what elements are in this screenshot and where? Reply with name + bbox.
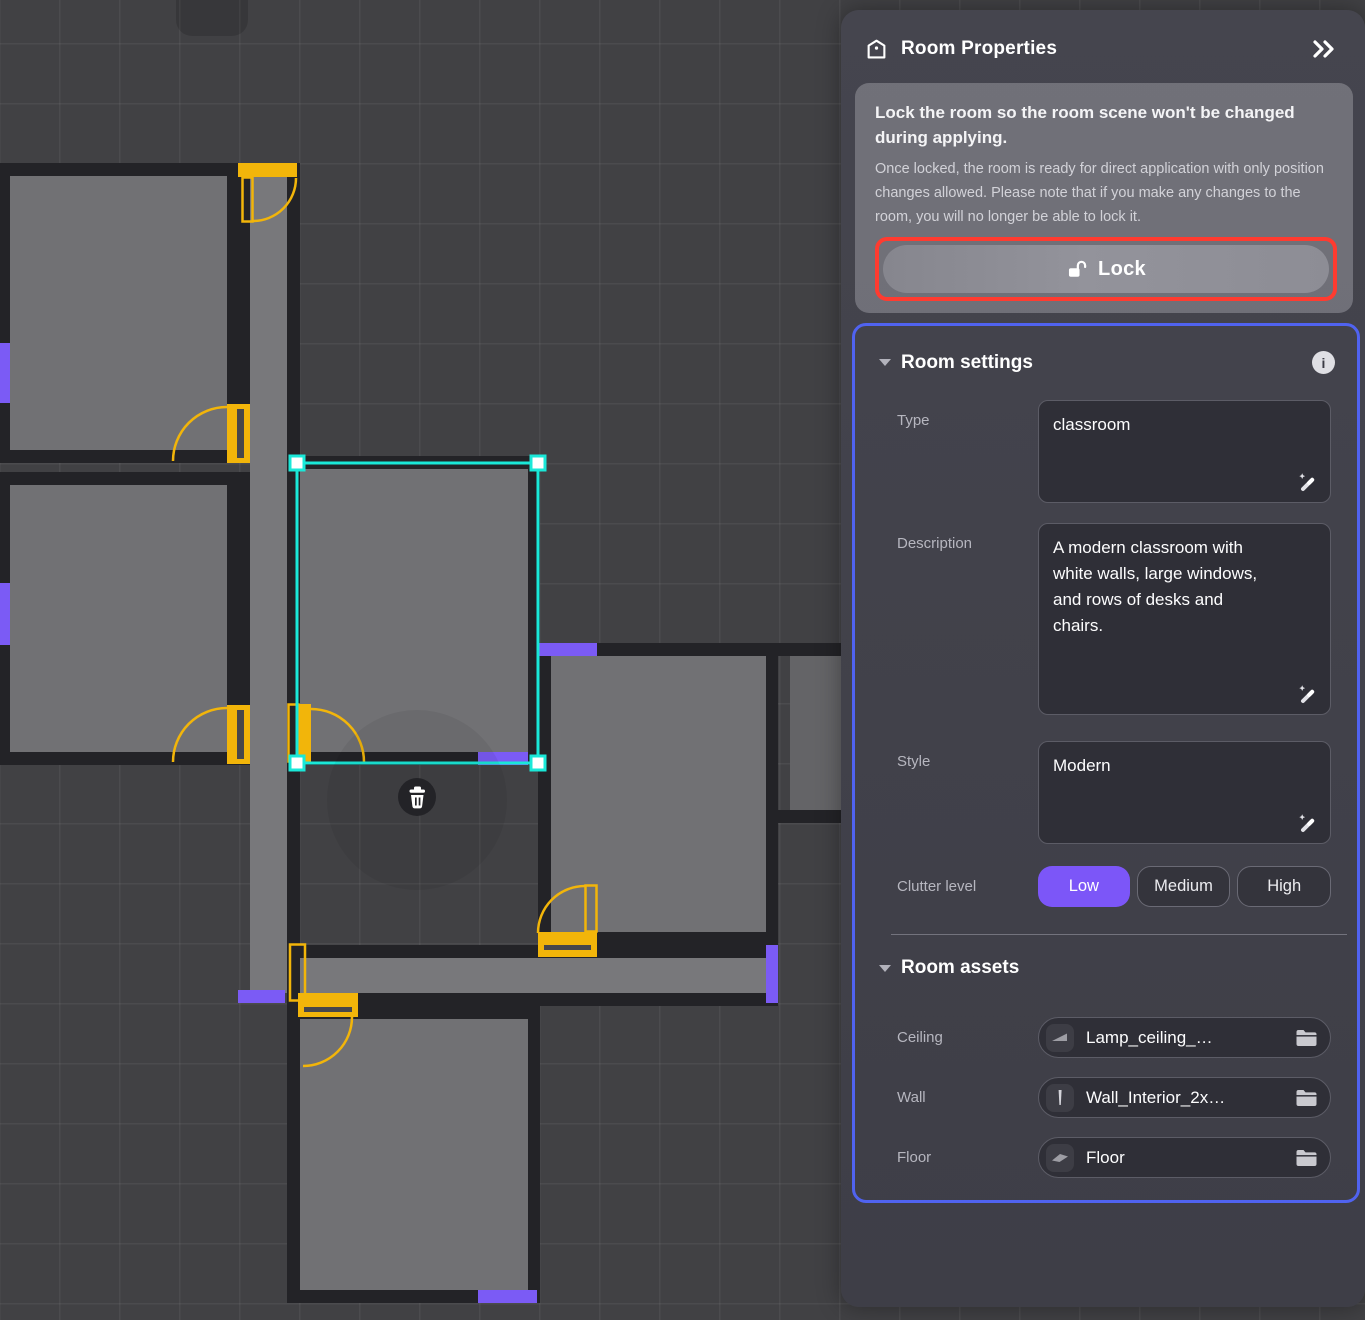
style-label: Style: [897, 741, 1038, 844]
type-input[interactable]: classroom: [1038, 400, 1331, 503]
collapse-panel-button[interactable]: [1309, 37, 1339, 61]
window-room-right-top[interactable]: [538, 643, 597, 656]
room-settings-header: Room settings i: [855, 326, 1357, 374]
lock-info-card: Lock the room so the room scene won't be…: [855, 83, 1353, 313]
clutter-option-high[interactable]: High: [1237, 866, 1331, 907]
description-value: A modern classroom with white walls, lar…: [1053, 535, 1271, 639]
wall-label: Wall: [897, 1089, 1038, 1106]
selection-handle-sw[interactable]: [290, 756, 304, 770]
description-field-row: Description A modern classroom with whit…: [855, 523, 1357, 715]
window-left-bottom[interactable]: [0, 583, 10, 645]
caret-down-icon[interactable]: [879, 965, 891, 972]
clutter-option-medium[interactable]: Medium: [1137, 866, 1231, 907]
info-icon[interactable]: i: [1312, 351, 1335, 374]
description-label: Description: [897, 523, 1038, 715]
room-assets-title: Room assets: [901, 957, 1019, 979]
style-input[interactable]: Modern: [1038, 741, 1331, 844]
style-field-row: Style Modern: [855, 741, 1357, 844]
room-icon: [865, 38, 888, 61]
floor-asset-pill[interactable]: Floor: [1038, 1137, 1331, 1178]
wall-asset-row: Wall Wall_Interior_2x…: [855, 1077, 1357, 1118]
floor-label: Floor: [897, 1149, 1038, 1166]
folder-icon[interactable]: [1295, 1029, 1318, 1047]
magic-wand-icon[interactable]: [1296, 470, 1318, 492]
ceiling-asset-row: Ceiling Lamp_ceiling_…: [855, 1017, 1357, 1058]
clutter-level-group: Low Medium High: [1038, 866, 1331, 907]
canvas-artifact: [176, 0, 248, 36]
window-corridor-right[interactable]: [766, 945, 778, 1003]
caret-down-icon[interactable]: [879, 359, 891, 366]
folder-icon[interactable]: [1295, 1089, 1318, 1107]
floor-thumbnail: [1046, 1144, 1074, 1172]
floor-asset-row: Floor Floor: [855, 1137, 1357, 1178]
delete-room-button[interactable]: [398, 778, 436, 816]
type-field-row: Type classroom: [855, 400, 1357, 503]
unlock-icon: [1066, 259, 1088, 280]
selection-handle-nw[interactable]: [290, 456, 304, 470]
room-assets-header: Room assets: [855, 957, 1357, 979]
lock-button[interactable]: Lock: [883, 245, 1329, 293]
lock-button-highlight: Lock: [875, 237, 1337, 301]
type-label: Type: [897, 400, 1038, 503]
lock-heading: Lock the room so the room scene won't be…: [875, 101, 1337, 150]
folder-icon[interactable]: [1295, 1149, 1318, 1167]
room-properties-panel: Room Properties Lock the room so the roo…: [841, 10, 1365, 1307]
room-mid-left[interactable]: [0, 472, 250, 765]
floor-value: Floor: [1086, 1148, 1125, 1168]
ceiling-value: Lamp_ceiling_…: [1086, 1028, 1213, 1048]
panel-title: Room Properties: [901, 38, 1057, 60]
room-top-left[interactable]: [0, 163, 250, 463]
ceiling-thumbnail: [1046, 1024, 1074, 1052]
wall-thumbnail: [1046, 1084, 1074, 1112]
wall-asset-pill[interactable]: Wall_Interior_2x…: [1038, 1077, 1331, 1118]
description-input[interactable]: A modern classroom with white walls, lar…: [1038, 523, 1331, 715]
clutter-option-low[interactable]: Low: [1038, 866, 1130, 907]
magic-wand-icon[interactable]: [1296, 682, 1318, 704]
lock-description: Once locked, the room is ready for direc…: [875, 157, 1337, 229]
window-corridor-left[interactable]: [238, 990, 285, 1003]
ceiling-asset-pill[interactable]: Lamp_ceiling_…: [1038, 1017, 1331, 1058]
lock-button-label: Lock: [1098, 258, 1146, 281]
magic-wand-icon[interactable]: [1296, 811, 1318, 833]
selection-handle-ne[interactable]: [531, 456, 545, 470]
selection-handle-se[interactable]: [531, 756, 545, 770]
type-value: classroom: [1053, 412, 1275, 438]
room-settings-box: Room settings i Type classroom Descripti…: [852, 323, 1360, 1203]
window-left-top[interactable]: [0, 343, 10, 403]
panel-header: Room Properties: [841, 10, 1365, 74]
style-value: Modern: [1053, 753, 1275, 779]
wall-value: Wall_Interior_2x…: [1086, 1088, 1225, 1108]
section-divider: [891, 934, 1347, 935]
clutter-field-row: Clutter level Low Medium High: [855, 866, 1357, 907]
room-bottom[interactable]: [287, 1006, 540, 1303]
room-settings-title: Room settings: [901, 352, 1033, 374]
double-chevron-right-icon: [1311, 39, 1337, 59]
window-room-bottom[interactable]: [478, 1290, 537, 1303]
ceiling-label: Ceiling: [897, 1029, 1038, 1046]
clutter-label: Clutter level: [897, 866, 1038, 907]
